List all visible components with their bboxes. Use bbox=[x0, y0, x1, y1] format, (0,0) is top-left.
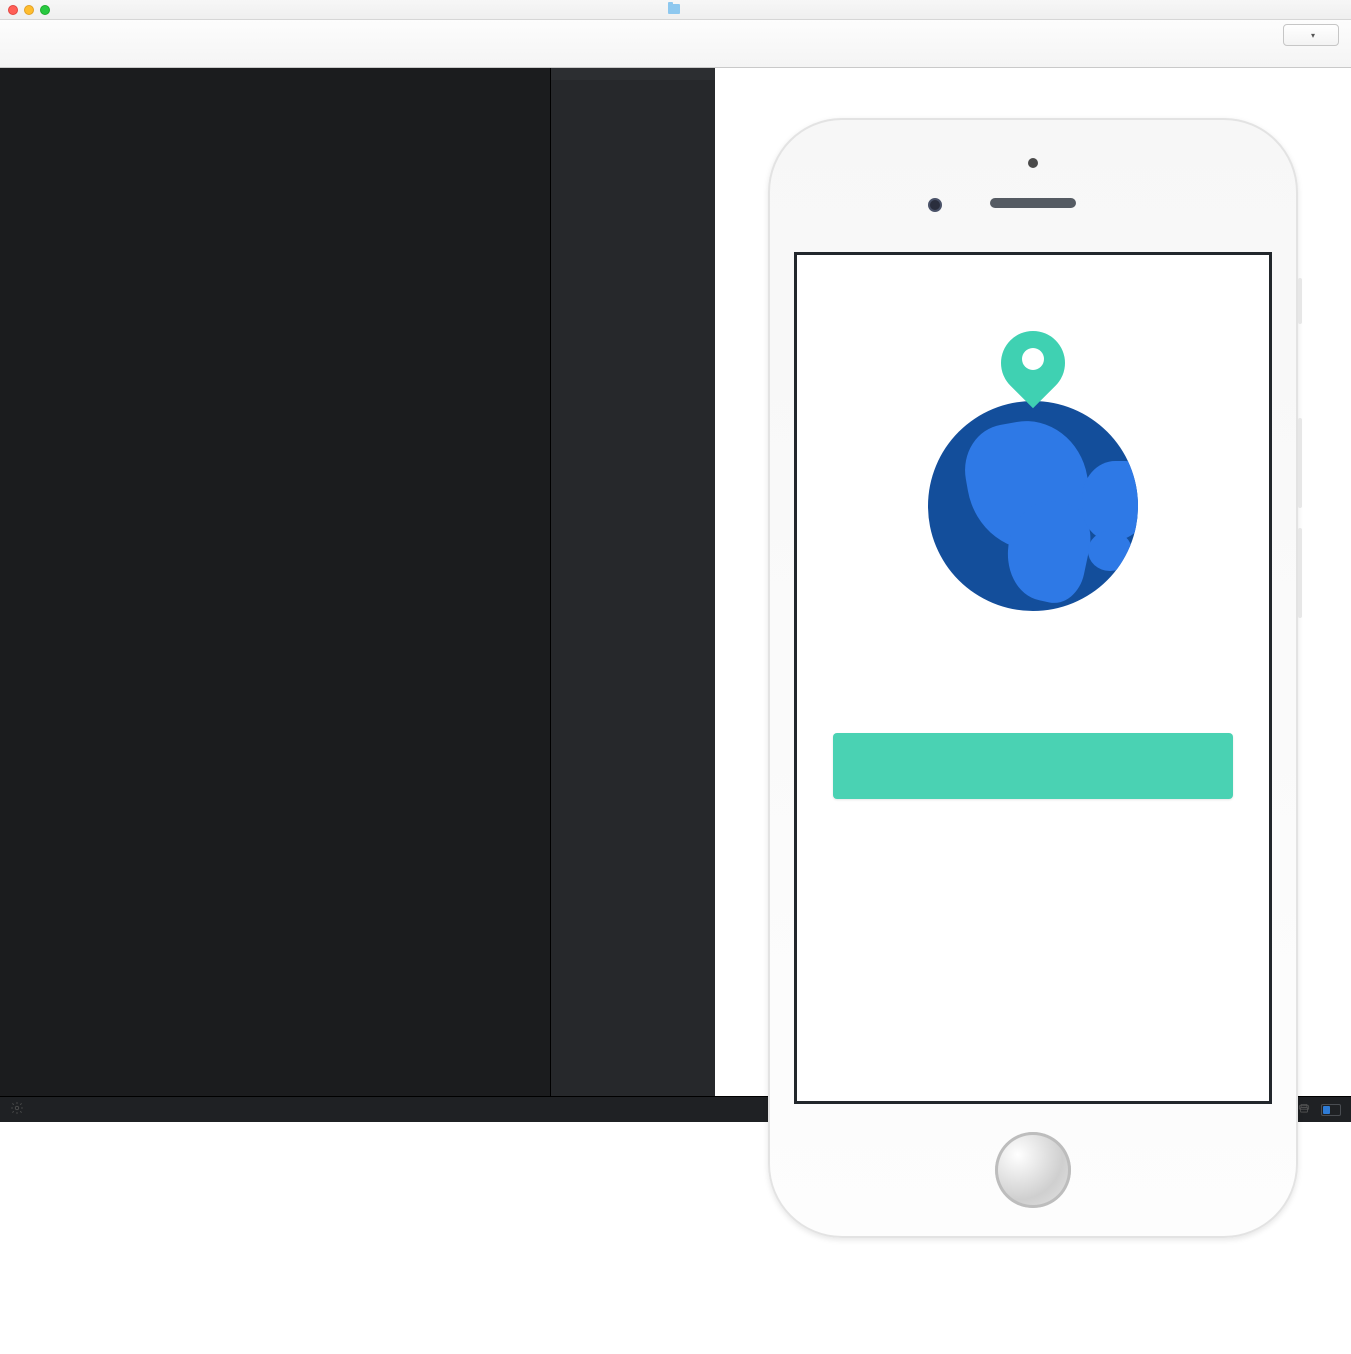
settings-icon[interactable] bbox=[10, 1101, 24, 1118]
close-traffic-light[interactable] bbox=[8, 5, 18, 15]
toolbar: ▾ bbox=[0, 20, 1351, 68]
home-button[interactable] bbox=[995, 1132, 1071, 1208]
layer-panel-head[interactable] bbox=[551, 68, 715, 80]
code-editor[interactable] bbox=[0, 68, 550, 1096]
minimize-traffic-light[interactable] bbox=[24, 5, 34, 15]
earth-icon bbox=[928, 401, 1138, 611]
device-side-button bbox=[1298, 418, 1302, 508]
device-side-button bbox=[1298, 278, 1302, 324]
location-illustration bbox=[928, 331, 1138, 611]
enable-location-button[interactable] bbox=[833, 733, 1233, 799]
zoom-control[interactable]: ▾ bbox=[1283, 24, 1339, 48]
proximity-sensor-icon bbox=[1028, 158, 1038, 168]
window-titlebar bbox=[0, 0, 1351, 20]
chevron-down-icon: ▾ bbox=[1311, 31, 1315, 40]
panel-toggle[interactable] bbox=[1321, 1104, 1341, 1116]
folder-icon bbox=[668, 4, 680, 14]
layer-panel bbox=[550, 68, 715, 1096]
front-camera-icon bbox=[928, 198, 942, 212]
speaker-grille-icon bbox=[990, 198, 1076, 208]
device-frame bbox=[768, 118, 1298, 1238]
zoom-traffic-light[interactable] bbox=[40, 5, 50, 15]
prototype-screen[interactable] bbox=[794, 252, 1272, 1104]
print-icon[interactable] bbox=[1297, 1101, 1311, 1118]
location-pin-icon bbox=[1001, 331, 1065, 419]
device-side-button bbox=[1298, 528, 1302, 618]
preview-canvas bbox=[715, 68, 1351, 1096]
